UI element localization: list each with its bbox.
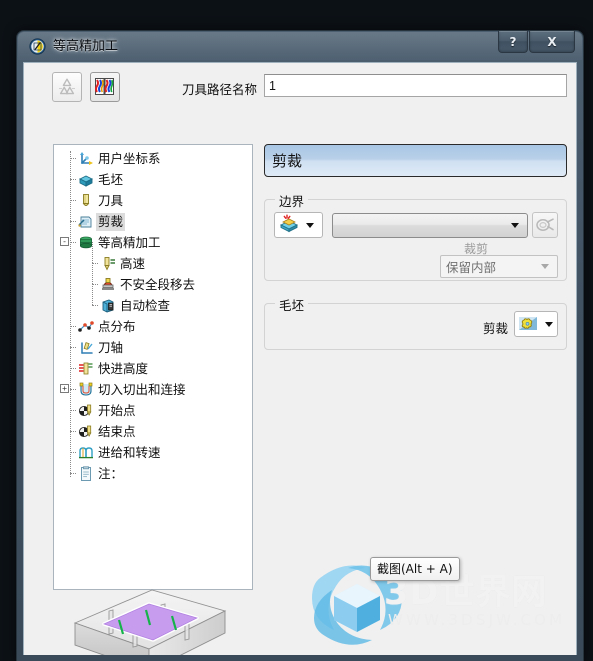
- toolbar: 刀具路径名称: [24, 63, 576, 109]
- stock-trim-label: 剪裁: [482, 321, 508, 336]
- tree-list: 用户坐标系 毛坯 刀具 剪裁 - 等高精加工 高速 不安全段移去 自动检查 点分布 刀轴 快进高度 + 切…: [54, 145, 252, 484]
- tree-item-label: 开始点: [98, 402, 136, 418]
- stock-trim-icon: [517, 312, 539, 336]
- app-icon: [29, 38, 46, 55]
- trim-mode-value: 保留内部: [446, 260, 497, 275]
- toolpath-name-input[interactable]: [264, 74, 567, 97]
- tree-item-10[interactable]: 快进高度: [54, 358, 252, 379]
- close-button[interactable]: X: [529, 31, 575, 53]
- simulate-button[interactable]: [90, 72, 120, 102]
- tree-item-label: 切入切出和连接: [98, 381, 186, 397]
- window-title: 等高精加工: [53, 39, 119, 54]
- boundary-select-chevron-down-icon: [511, 223, 519, 228]
- tree-item-label: 快进高度: [98, 360, 149, 376]
- tree-item-11[interactable]: 切入切出和连接: [54, 379, 252, 400]
- tree-item-label: 注：: [98, 465, 124, 481]
- strategy-tree[interactable]: 用户坐标系 毛坯 刀具 剪裁 - 等高精加工 高速 不安全段移去 自动检查 点分布 刀轴 快进高度 + 切…: [53, 144, 253, 590]
- tree-item-label: 不安全段移去: [120, 276, 196, 292]
- tree-item-label: 点分布: [98, 318, 136, 334]
- page-title: 剪裁: [264, 144, 567, 177]
- notes-icon: [78, 465, 94, 482]
- tree-item-0[interactable]: 用户坐标系: [54, 148, 252, 169]
- window-controls: ? X: [497, 31, 575, 53]
- rapid-height-icon: [78, 361, 94, 377]
- tree-item-12[interactable]: 开始点: [54, 400, 252, 421]
- feed-speed-icon: [78, 445, 94, 461]
- tree-item-14[interactable]: 进给和转速: [54, 442, 252, 463]
- tree-item-label: 剪裁: [96, 212, 126, 231]
- title-bar[interactable]: 等高精加工 ? X: [17, 31, 583, 62]
- screen: 等高精加工 ? X 刀具路径名称 1 用户坐标系 毛坯 刀具 剪裁 - 等高精加…: [0, 0, 593, 661]
- stock-trim-button[interactable]: [514, 311, 558, 337]
- toolpath-3d-preview[interactable]: [57, 583, 307, 655]
- boundary-select[interactable]: [332, 213, 528, 238]
- clipping-form: 剪裁 边界 裁剪 保留内部 毛坯 剪裁: [264, 144, 567, 350]
- end-point-icon: [78, 424, 94, 440]
- tree-item-label: 刀轴: [98, 339, 124, 355]
- toolpath-name-label: 刀具路径名称: [182, 82, 258, 97]
- tool-icon: [78, 193, 94, 209]
- select-boundary-icon: [536, 218, 554, 231]
- tree-item-9[interactable]: 刀轴: [54, 337, 252, 358]
- tree-item-7[interactable]: 自动检查: [54, 295, 252, 316]
- lead-link-icon: [78, 382, 94, 398]
- auto-check-icon: [100, 298, 116, 314]
- boundary-group: 边界 裁剪 保留内部: [264, 191, 567, 281]
- dialog-window: 等高精加工 ? X 刀具路径名称 1 用户坐标系 毛坯 刀具 剪裁 - 等高精加…: [17, 31, 583, 661]
- unsafe-segment-icon: [100, 277, 116, 293]
- tree-item-6[interactable]: 不安全段移去: [54, 274, 252, 295]
- tree-item-5[interactable]: 高速: [54, 253, 252, 274]
- toolpath-preview-icon: [95, 78, 114, 95]
- boundary-edit-button[interactable]: [532, 212, 558, 238]
- coordinate-system-icon: [78, 151, 94, 167]
- tree-item-3[interactable]: 剪裁: [54, 211, 252, 232]
- boundary-type-button[interactable]: [274, 212, 323, 238]
- tree-item-label: 用户坐标系: [98, 150, 161, 166]
- tree-item-label: 等高精加工: [98, 234, 161, 250]
- tree-item-8[interactable]: 点分布: [54, 316, 252, 337]
- tree-item-label: 高速: [120, 255, 146, 271]
- stock-group-title: 毛坯: [275, 295, 309, 314]
- screenshot-tooltip: 截图(Alt + A): [370, 557, 460, 581]
- start-point-icon: [78, 403, 94, 419]
- boundary-pick-icon: [278, 213, 300, 237]
- tree-item-label: 进给和转速: [98, 444, 161, 460]
- stock-group: 毛坯 剪裁: [264, 295, 567, 350]
- tree-item-label: 毛坯: [98, 171, 124, 187]
- trim-mode-chevron-down-icon: [541, 264, 549, 269]
- tree-item-label: 自动检查: [120, 297, 171, 313]
- stock-trim-chevron-down-icon: [545, 321, 553, 327]
- point-distribution-icon: [78, 319, 94, 335]
- recycle-icon: [59, 78, 75, 95]
- block-icon: [78, 172, 94, 188]
- dialog-client-area: 刀具路径名称 用户坐标系毛坯刀具剪裁-等高精加工高速不安全段移去自动检查点分布刀…: [23, 62, 577, 655]
- tool-axis-icon: [78, 340, 94, 356]
- tree-item-label: 结束点: [98, 423, 136, 439]
- tree-item-1[interactable]: 毛坯: [54, 169, 252, 190]
- tree-item-15[interactable]: 注：: [54, 463, 252, 484]
- tree-item-4[interactable]: 等高精加工: [54, 232, 252, 253]
- trim-mode-select[interactable]: 保留内部: [440, 255, 558, 278]
- boundary-type-chevron-down-icon: [306, 222, 314, 228]
- tree-item-13[interactable]: 结束点: [54, 421, 252, 442]
- clip-icon: [78, 214, 94, 230]
- boundary-group-title: 边界: [275, 191, 309, 210]
- preview-area: [24, 589, 576, 655]
- tree-item-2[interactable]: 刀具: [54, 190, 252, 211]
- help-button[interactable]: ?: [498, 31, 528, 53]
- tree-item-label: 刀具: [98, 192, 124, 208]
- recalculate-button[interactable]: [52, 72, 82, 102]
- high-speed-icon: [100, 256, 116, 272]
